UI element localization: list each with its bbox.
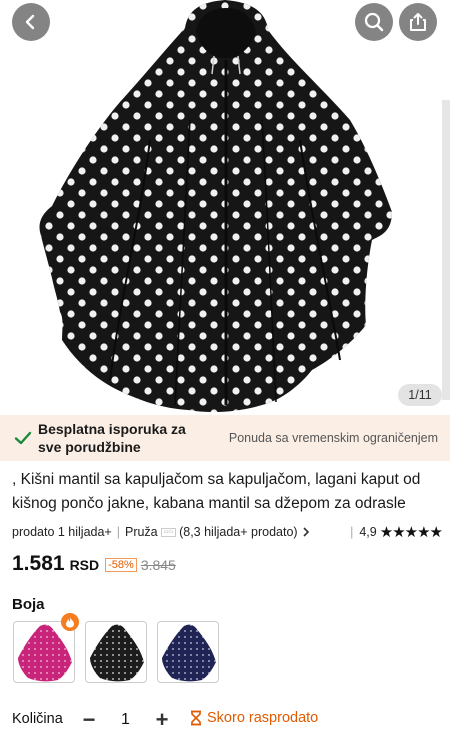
seller-link[interactable]: Pruža ▭▭ (8,3 hiljada+ prodato) xyxy=(125,525,311,539)
shipping-banner: Besplatna isporuka za sve porudžbine Pon… xyxy=(0,415,450,461)
product-meta-row: prodato 1 hiljada+ | Pruža ▭▭ (8,3 hilja… xyxy=(12,522,443,542)
back-button[interactable] xyxy=(12,3,50,41)
share-icon xyxy=(410,13,426,31)
quantity-label: Količina xyxy=(12,711,63,727)
color-label: Boja xyxy=(12,596,45,613)
product-image-carousel[interactable]: 1/11 xyxy=(0,0,450,415)
price-row: 1.581 RSD -58% 3.845 xyxy=(12,552,176,578)
scrollbar[interactable] xyxy=(442,100,450,400)
seller-prefix: Pruža xyxy=(124,525,158,539)
quantity-value[interactable]: 1 xyxy=(103,707,148,733)
rating-value: 4,9 xyxy=(359,525,377,539)
increase-button[interactable]: + xyxy=(148,707,176,733)
current-price: 1.581 xyxy=(12,552,65,575)
swatch-image xyxy=(90,624,144,682)
decrease-button[interactable]: − xyxy=(75,707,103,733)
search-icon xyxy=(364,12,384,32)
hot-flame-icon xyxy=(61,613,79,631)
checkmark-icon xyxy=(14,431,32,445)
low-stock-notice: Skoro rasprodato xyxy=(189,710,318,726)
image-counter: 1/11 xyxy=(398,384,442,406)
divider: | xyxy=(350,525,354,539)
product-image xyxy=(39,0,392,413)
search-button[interactable] xyxy=(355,3,393,41)
rating[interactable]: | 4,9 ★★★★★ xyxy=(350,523,443,541)
free-shipping-text: Besplatna isporuka za sve porudžbine xyxy=(38,421,186,455)
hourglass-icon xyxy=(191,710,201,726)
quantity-stepper: − 1 + xyxy=(75,707,176,733)
sold-count: prodato 1 hiljada+ xyxy=(12,525,112,539)
swatch-image xyxy=(18,624,72,682)
brand-logo: ▭▭ xyxy=(160,527,177,537)
seller-sold: (8,3 hiljada+ prodato) xyxy=(179,525,298,539)
product-title: , Kišni mantil sa kapuljačom sa kapuljač… xyxy=(12,471,421,512)
color-option-navy[interactable] xyxy=(157,621,219,683)
currency: RSD xyxy=(69,557,100,573)
limited-offer-text: Ponuda sa vremenskim ograničenjem xyxy=(228,431,438,445)
divider: | xyxy=(116,525,120,539)
original-price: 3.845 xyxy=(140,557,176,573)
chevron-right-icon xyxy=(303,527,309,537)
swatch-image xyxy=(162,624,216,682)
star-rating-icon: ★★★★★ xyxy=(379,524,443,541)
color-swatches xyxy=(13,613,243,683)
discount-badge: -58% xyxy=(105,558,137,572)
low-stock-text: Skoro rasprodato xyxy=(207,710,319,726)
chevron-left-icon xyxy=(25,14,35,30)
share-button[interactable] xyxy=(399,3,437,41)
color-option-black[interactable] xyxy=(85,621,147,683)
